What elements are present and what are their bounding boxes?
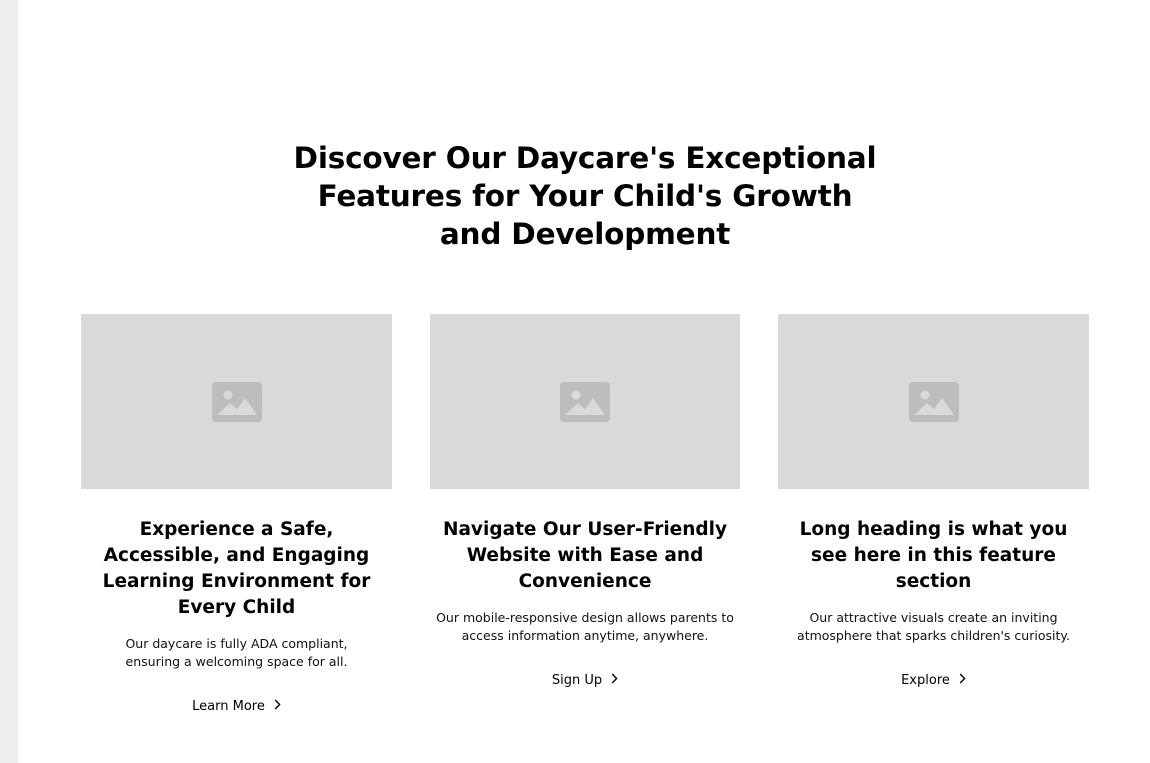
link-label: Learn More [192,699,265,714]
sign-up-link[interactable]: Sign Up [552,671,618,691]
feature-card: Navigate Our User-Friendly Website with … [430,314,740,691]
card-heading: Experience a Safe, Accessible, and Engag… [102,519,371,618]
explore-link[interactable]: Explore [901,671,966,691]
card-description: Our mobile-responsive design allows pare… [436,610,734,643]
left-rail [0,0,18,763]
card-image-placeholder [430,314,740,489]
image-placeholder-icon [560,381,610,422]
chevron-right-icon [959,671,966,691]
card-heading: Navigate Our User-Friendly Website with … [442,519,728,592]
card-description: Our daycare is fully ADA compliant, ensu… [125,636,348,669]
feature-card: Long heading is what you see here in thi… [778,314,1089,691]
chevron-right-icon [274,697,281,717]
features-section: Discover Our Daycare's Exceptional Featu… [18,0,1150,763]
section-title: Discover Our Daycare's Exceptional Featu… [293,141,877,251]
learn-more-link[interactable]: Learn More [192,697,281,717]
chevron-right-icon [611,671,618,691]
link-label: Sign Up [551,673,603,688]
card-image-placeholder [778,314,1089,489]
card-image-placeholder [81,314,392,489]
feature-card: Experience a Safe, Accessible, and Engag… [81,314,392,717]
image-placeholder-icon [211,381,262,422]
card-heading: Long heading is what you see here in thi… [799,519,1068,592]
link-label: Explore [901,673,950,688]
card-description: Our attractive visuals create an invitin… [797,610,1070,643]
image-placeholder-icon [908,381,959,422]
